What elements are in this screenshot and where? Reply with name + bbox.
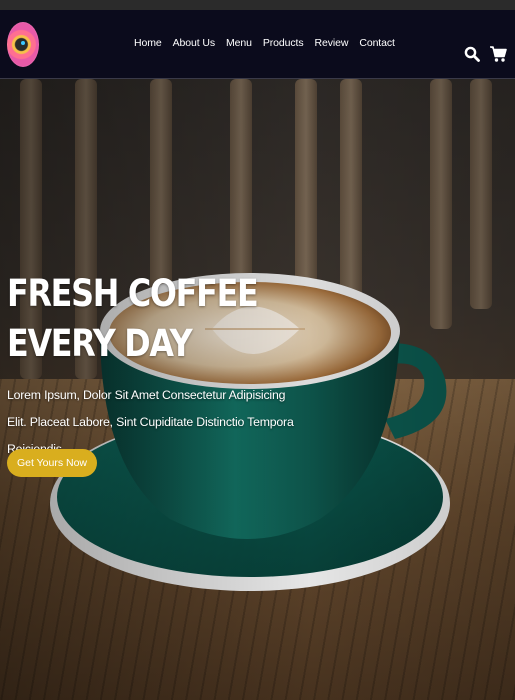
logo-dot [21,41,25,45]
cart-icon[interactable] [489,45,507,63]
hero-title-line-1: FRESH COFFEE [7,272,259,315]
hero-title-line-2: EVERY DAY [7,322,193,365]
logo[interactable] [7,22,39,67]
get-yours-now-button[interactable]: Get Yours Now [7,449,97,477]
hero-title: FRESH COFFEE EVERY DAY [7,269,259,369]
nav-link-review[interactable]: Review [315,37,349,49]
nav-link-about-us[interactable]: About Us [173,37,215,49]
main-nav: Home About Us Menu Products Review Conta… [134,37,395,49]
search-icon[interactable] [464,46,480,62]
nav-link-menu[interactable]: Menu [226,37,252,49]
nav-link-products[interactable]: Products [263,37,304,49]
navbar: Home About Us Menu Products Review Conta… [0,10,515,79]
hero-section: FRESH COFFEE EVERY DAY Lorem Ipsum, Dolo… [0,79,515,700]
nav-link-home[interactable]: Home [134,37,162,49]
browser-top-strip [0,0,515,10]
nav-link-contact[interactable]: Contact [359,37,395,49]
